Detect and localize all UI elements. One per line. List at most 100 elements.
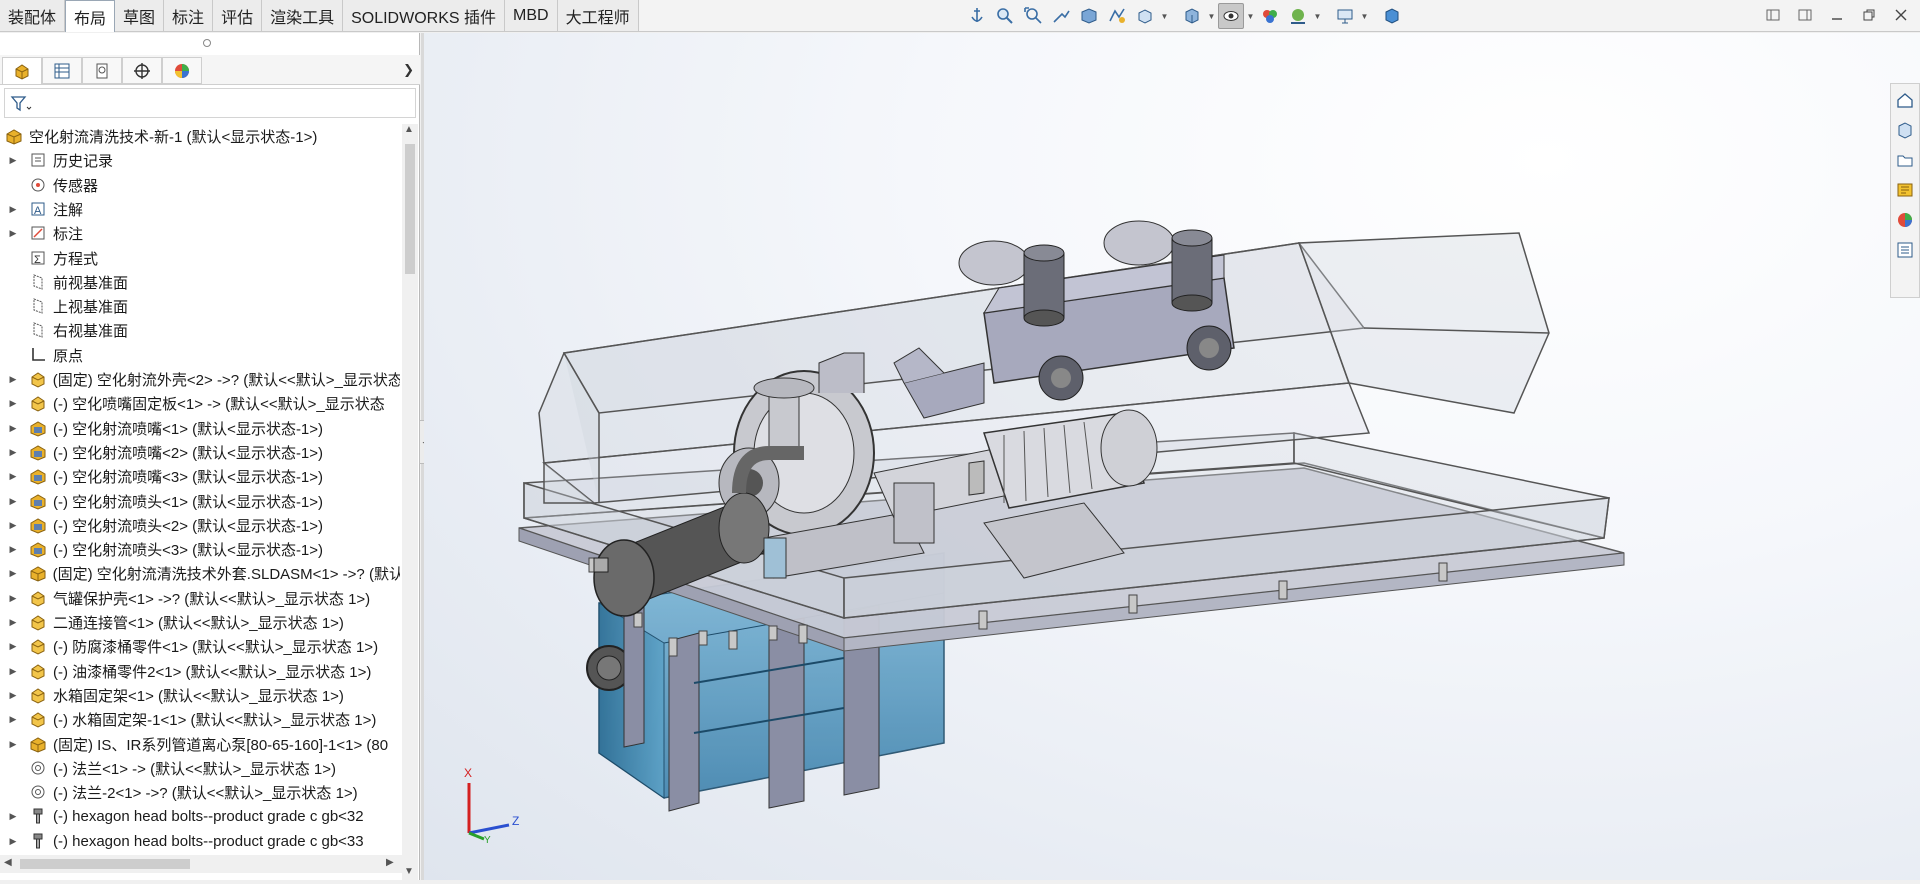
expand-arrow-icon[interactable]: ▶: [7, 739, 19, 750]
expand-arrow-icon[interactable]: ▶: [7, 155, 19, 166]
tree-node[interactable]: ▶ (-) 空化射流喷嘴<1> (默认<显示状态-1>): [0, 416, 400, 440]
ribbon-tab[interactable]: MBD: [505, 0, 558, 31]
chevron-down-icon[interactable]: ▼: [1160, 3, 1169, 29]
custom-properties-icon[interactable]: [1891, 236, 1919, 264]
expand-arrow-icon[interactable]: ▶: [7, 811, 19, 822]
feature-manager-icon[interactable]: [2, 57, 42, 84]
ribbon-tab[interactable]: 评估: [213, 0, 263, 31]
expand-arrow-icon[interactable]: ▶: [7, 204, 19, 215]
view-settings-icon[interactable]: [1332, 3, 1358, 29]
tree-node[interactable]: 右视基准面: [0, 318, 400, 342]
tree-filter-box[interactable]: [4, 88, 416, 118]
tree-node[interactable]: (-) 法兰<1> -> (默认<<默认>_显示状态 1>): [0, 756, 400, 780]
tree-node[interactable]: ▶ (-) 空化射流喷嘴<3> (默认<显示状态-1>): [0, 464, 400, 488]
scroll-up-icon[interactable]: ▲: [404, 124, 414, 135]
panel-right-icon[interactable]: [1794, 4, 1816, 26]
minimize-icon[interactable]: [1826, 4, 1848, 26]
ribbon-tab[interactable]: 布局: [65, 0, 116, 32]
tree-node[interactable]: ▶(-) hexagon head bolts--product grade c…: [0, 829, 400, 853]
tree-node[interactable]: ▶ (-) 空化射流喷头<1> (默认<显示状态-1>): [0, 489, 400, 513]
expand-arrow-icon[interactable]: ▶: [7, 544, 19, 555]
expand-arrow-icon[interactable]: ▶: [7, 714, 19, 725]
zoom-fit-icon[interactable]: [992, 3, 1018, 29]
tree-node[interactable]: ▶ 水箱固定架<1> (默认<<默认>_显示状态 1>): [0, 683, 400, 707]
tree-node[interactable]: ▶(-) hexagon head bolts--product grade c…: [0, 853, 400, 854]
ribbon-tab[interactable]: 标注: [164, 0, 214, 31]
ribbon-tab[interactable]: 装配体: [0, 0, 66, 31]
tree-node[interactable]: ▶ (固定) IS、IR系列管道离心泵[80-65-160]-1<1> (80: [0, 732, 400, 756]
tree-node[interactable]: 上视基准面: [0, 294, 400, 318]
tree-node[interactable]: ▶ (-) 空化射流喷头<3> (默认<显示状态-1>): [0, 537, 400, 561]
close-icon[interactable]: [1890, 4, 1912, 26]
tree-node[interactable]: ▶ (-) 水箱固定架-1<1> (默认<<默认>_显示状态 1>): [0, 707, 400, 731]
expand-arrow-icon[interactable]: ▶: [7, 228, 19, 239]
scroll-down-icon[interactable]: ▼: [404, 866, 414, 877]
dynamic-annotation-icon[interactable]: [1104, 3, 1130, 29]
configuration-manager-icon[interactable]: [82, 57, 122, 84]
scrollbar-thumb[interactable]: [20, 859, 190, 869]
chevron-down-icon[interactable]: ▼: [1360, 3, 1369, 29]
tree-node[interactable]: (-) 法兰-2<1> ->? (默认<<默认>_显示状态 1>): [0, 780, 400, 804]
tree-node[interactable]: ▶ 二通连接管<1> (默认<<默认>_显示状态 1>): [0, 610, 400, 634]
tree-node[interactable]: ▶ A 注解: [0, 197, 400, 221]
previous-view-icon[interactable]: [1048, 3, 1074, 29]
home-icon[interactable]: [1891, 86, 1919, 114]
panel-grip-icon[interactable]: [203, 39, 211, 47]
panel-left-icon[interactable]: [1762, 4, 1784, 26]
file-explorer-icon[interactable]: [1891, 146, 1919, 174]
tree-horizontal-scrollbar[interactable]: ◀ ▶: [0, 855, 402, 873]
tree-node[interactable]: ▶ 气罐保护壳<1> ->? (默认<<默认>_显示状态 1>): [0, 586, 400, 610]
expand-arrow-icon[interactable]: ▶: [7, 641, 19, 652]
tree-node[interactable]: ▶ 标注: [0, 221, 400, 245]
tree-node[interactable]: ▶(-) hexagon head bolts--product grade c…: [0, 804, 400, 828]
tree-root-node[interactable]: 空化射流清洗技术-新-1 (默认<显示状态-1>): [0, 124, 400, 148]
tree-node[interactable]: 前视基准面: [0, 270, 400, 294]
design-library-icon[interactable]: [1891, 116, 1919, 144]
hide-show-icon[interactable]: [1218, 3, 1244, 29]
expand-arrow-icon[interactable]: ▶: [7, 423, 19, 434]
tree-node[interactable]: ▶ (-) 空化喷嘴固定板<1> -> (默认<<默认>_显示状态: [0, 391, 400, 415]
realview-icon[interactable]: [1379, 3, 1405, 29]
tree-node[interactable]: Σ 方程式: [0, 246, 400, 270]
scrollbar-thumb[interactable]: [405, 144, 415, 274]
expand-arrow-icon[interactable]: ▶: [7, 374, 19, 385]
expand-arrow-icon[interactable]: ▶: [7, 617, 19, 628]
expand-arrow-icon[interactable]: ▶: [7, 471, 19, 482]
tree-node[interactable]: ▶ (固定) 空化射流外壳<2> ->? (默认<<默认>_显示状态: [0, 367, 400, 391]
tree-node[interactable]: ▶ (-) 空化射流喷头<2> (默认<显示状态-1>): [0, 513, 400, 537]
scroll-left-icon[interactable]: ◀: [4, 857, 12, 868]
expand-arrow-icon[interactable]: ▶: [7, 836, 19, 847]
section-view-icon[interactable]: [1076, 3, 1102, 29]
zoom-area-icon[interactable]: [1020, 3, 1046, 29]
view-orientation-icon[interactable]: [1132, 3, 1158, 29]
expand-arrow-icon[interactable]: ▶: [7, 690, 19, 701]
expand-arrow-icon[interactable]: ▶: [7, 398, 19, 409]
expand-arrow-icon[interactable]: ▶: [7, 568, 19, 579]
dimxpert-icon[interactable]: [122, 57, 162, 84]
tree-node[interactable]: ▶ 历史记录: [0, 148, 400, 172]
display-manager-icon[interactable]: [162, 57, 202, 84]
ribbon-tab[interactable]: SOLIDWORKS 插件: [343, 0, 506, 31]
expand-arrow-icon[interactable]: ▶: [7, 496, 19, 507]
tree-node[interactable]: 原点: [0, 343, 400, 367]
tree-node[interactable]: ▶ (-) 油漆桶零件2<1> (默认<<默认>_显示状态 1>): [0, 659, 400, 683]
tree-node[interactable]: 传感器: [0, 173, 400, 197]
expand-arrow-icon[interactable]: ▶: [7, 520, 19, 531]
appearances-icon[interactable]: [1891, 206, 1919, 234]
edit-appearance-icon[interactable]: [1257, 3, 1283, 29]
chevron-down-icon[interactable]: ▼: [1207, 3, 1216, 29]
graphics-area[interactable]: X Z Y: [424, 33, 1920, 880]
expand-arrow-icon[interactable]: ▶: [7, 666, 19, 677]
ribbon-tab[interactable]: 大工程师: [557, 0, 639, 31]
filter-icon[interactable]: [10, 95, 32, 117]
chevron-right-icon[interactable]: ❯: [403, 62, 414, 78]
chevron-down-icon[interactable]: ▼: [1313, 3, 1322, 29]
ribbon-tab[interactable]: 渲染工具: [262, 0, 344, 31]
view-palette-icon[interactable]: [1891, 176, 1919, 204]
expand-arrow-icon[interactable]: ▶: [7, 447, 19, 458]
display-style-icon[interactable]: [1179, 3, 1205, 29]
anchor-icon[interactable]: [964, 3, 990, 29]
restore-icon[interactable]: [1858, 4, 1880, 26]
tree-vertical-scrollbar[interactable]: ▲ ▼: [402, 124, 418, 884]
tree-node[interactable]: ▶ (-) 防腐漆桶零件<1> (默认<<默认>_显示状态 1>): [0, 634, 400, 658]
